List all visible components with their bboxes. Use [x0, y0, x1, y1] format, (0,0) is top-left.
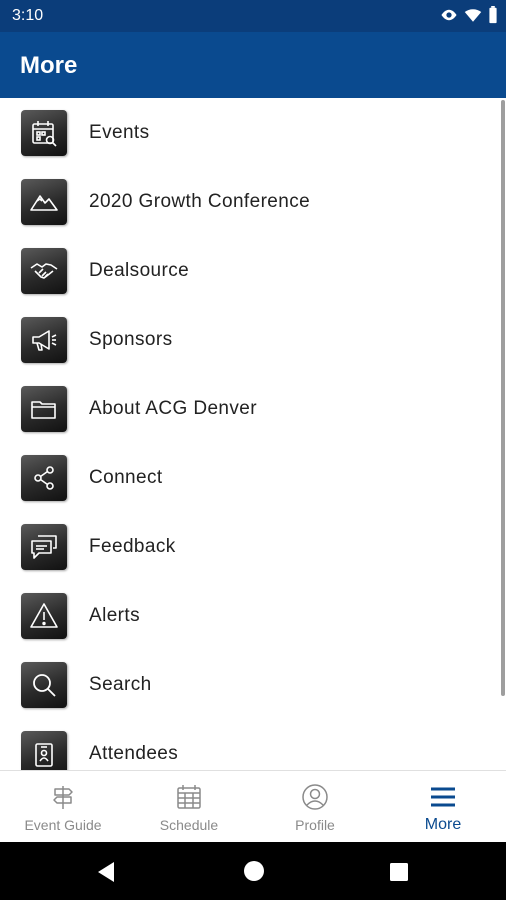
calendar-search-icon [21, 110, 67, 156]
mountains-icon [21, 179, 67, 225]
eye-icon [441, 9, 457, 21]
folder-icon [21, 386, 67, 432]
scrollbar[interactable] [501, 100, 505, 696]
menu-item-label: About ACG Denver [89, 398, 257, 419]
handshake-icon [21, 248, 67, 294]
search-icon [21, 662, 67, 708]
menu-list: Events 2020 Growth Conference Dealsource [0, 98, 506, 770]
menu-item-label: 2020 Growth Conference [89, 191, 311, 212]
menu-item-connect[interactable]: Connect [0, 443, 506, 512]
tab-label: Event Guide [24, 817, 102, 833]
status-time: 3:10 [12, 7, 44, 24]
page-title: More [20, 52, 78, 79]
system-navigation-bar [0, 842, 506, 900]
badge-icon [21, 731, 67, 770]
share-icon [21, 455, 67, 501]
menu-item-label: Sponsors [89, 329, 173, 350]
menu-item-label: Feedback [89, 536, 176, 557]
wifi-icon [464, 9, 482, 22]
tab-schedule[interactable]: Schedule [126, 771, 252, 843]
back-icon[interactable] [96, 861, 116, 883]
home-icon[interactable] [242, 859, 266, 883]
menu-icon [431, 787, 455, 807]
menu-item-label: Events [89, 122, 150, 143]
menu-item-about[interactable]: About ACG Denver [0, 374, 506, 443]
tab-more[interactable]: More [380, 771, 506, 843]
menu-item-label: Attendees [89, 743, 179, 764]
status-icons [440, 6, 498, 24]
recents-icon[interactable] [389, 862, 409, 882]
menu-item-growth-conference[interactable]: 2020 Growth Conference [0, 167, 506, 236]
signpost-icon [53, 786, 73, 809]
bottom-nav: Event Guide Schedule Profile More [0, 770, 506, 843]
menu-item-dealsource[interactable]: Dealsource [0, 236, 506, 305]
tab-label: More [424, 816, 462, 833]
calendar-icon [177, 785, 201, 809]
menu-item-sponsors[interactable]: Sponsors [0, 305, 506, 374]
tab-event-guide[interactable]: Event Guide [0, 771, 126, 843]
megaphone-icon [21, 317, 67, 363]
menu-item-label: Alerts [89, 605, 140, 626]
tab-label: Profile [295, 817, 335, 833]
status-bar: 3:10 [0, 0, 506, 32]
tab-label: Schedule [159, 817, 219, 833]
battery-icon [489, 6, 497, 24]
menu-item-attendees[interactable]: Attendees [0, 719, 506, 770]
menu-item-search[interactable]: Search [0, 650, 506, 719]
person-icon [302, 784, 328, 810]
menu-item-events[interactable]: Events [0, 98, 506, 167]
menu-item-label: Search [89, 674, 152, 695]
menu-item-feedback[interactable]: Feedback [0, 512, 506, 581]
menu-item-label: Connect [89, 467, 163, 488]
chat-bubbles-icon [21, 524, 67, 570]
menu-item-alerts[interactable]: Alerts [0, 581, 506, 650]
tab-profile[interactable]: Profile [252, 771, 378, 843]
warning-icon [21, 593, 67, 639]
app-bar: More [0, 32, 506, 98]
menu-item-label: Dealsource [89, 260, 190, 281]
